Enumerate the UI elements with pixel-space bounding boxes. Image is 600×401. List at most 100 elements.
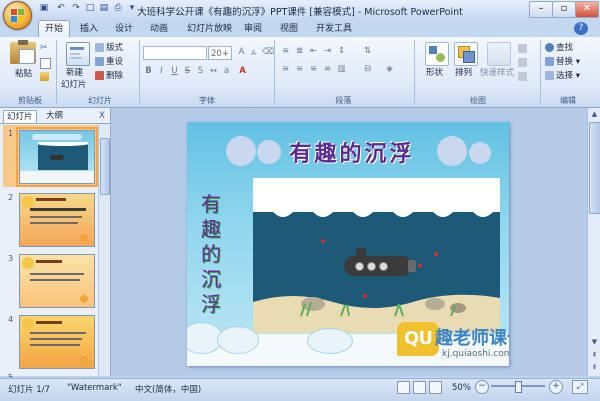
normal-view-icon[interactable] [397,381,410,394]
maximize-button[interactable]: ▫ [552,1,576,18]
language-status[interactable]: 中文(简体，中国) [135,383,201,395]
arrange-icon[interactable] [454,42,478,66]
tab-review[interactable]: 审阅 [244,21,262,37]
theme-name[interactable]: "Watermark" [67,383,122,393]
qat-dropdown-icon[interactable]: ▾ [126,2,138,14]
tab-animation[interactable]: 动画 [150,21,168,37]
arrange-button[interactable]: 排列 [455,67,472,79]
shape-outline-icon[interactable] [518,58,527,67]
vertical-scrollbar[interactable]: ▲ ▼ ⇞ ⇟ [587,108,600,376]
tab-developer[interactable]: 开发工具 [316,21,352,37]
close-window-button[interactable]: ✕ [575,1,599,18]
zoom-out-button[interactable]: − [475,380,489,394]
underline-icon[interactable]: U [169,66,180,77]
scroll-down-icon[interactable]: ▼ [589,338,600,348]
slide-thumbnail-2[interactable] [19,193,95,247]
italic-icon[interactable]: I [156,66,167,77]
shapes-button[interactable]: 形状 [426,67,443,79]
scroll-thumb[interactable] [589,122,600,214]
delete-button[interactable]: 删除 [95,70,123,82]
slide-title[interactable]: 有趣的沉浮 [257,136,447,168]
next-slide-icon[interactable]: ⇟ [589,363,600,373]
grow-font-icon[interactable]: A [236,47,247,58]
new-slide-icon[interactable] [66,42,90,66]
open-icon[interactable]: ▤ [98,2,110,14]
tab-slideshow[interactable]: 幻灯片放映 [187,21,232,37]
tab-home[interactable]: 开始 [38,20,71,38]
paste-button[interactable]: 粘贴 [15,68,32,80]
copy-icon[interactable] [40,58,51,69]
char-spacing-icon[interactable]: ↔ [208,66,219,77]
zoom-slider-handle[interactable] [515,381,522,393]
prev-slide-icon[interactable]: ⇞ [589,351,600,361]
format-painter-icon[interactable] [40,72,49,81]
new-slide-label-1[interactable]: 新建 [66,67,83,79]
strikethrough-icon[interactable]: S [182,66,193,77]
cut-icon[interactable]: ✂ [40,44,49,53]
font-color-icon[interactable]: A [237,66,248,77]
justify-icon[interactable]: ≡ [322,64,333,75]
numbering-icon[interactable]: ≣ [294,46,305,57]
print-icon[interactable]: ⎙ [112,2,124,14]
increase-indent-icon[interactable]: ⇥ [322,46,333,57]
paste-icon[interactable] [10,40,36,64]
quick-styles-button[interactable]: 快速样式 [480,67,514,79]
group-divider [414,40,415,104]
new-slide-label-2[interactable]: 幻灯片 [61,79,87,91]
tab-view[interactable]: 视图 [280,21,298,37]
columns-icon[interactable]: ▥ [336,64,347,75]
tab-insert[interactable]: 插入 [80,21,98,37]
layout-button[interactable]: 版式 [95,42,123,54]
bullets-icon[interactable]: ≡ [280,46,291,57]
font-name-field[interactable] [143,46,207,60]
quick-styles-icon[interactable] [487,42,511,66]
office-button[interactable] [3,1,32,30]
undo-icon[interactable]: ↶ [55,2,67,14]
panel-scroll-thumb[interactable] [100,138,110,195]
panel-scrollbar[interactable] [98,124,110,376]
fit-to-window-icon[interactable]: ⤢ [572,380,588,394]
scroll-up-icon[interactable]: ▲ [589,110,600,120]
tab-design[interactable]: 设计 [115,21,133,37]
shape-fill-icon[interactable] [518,44,527,53]
slideshow-view-icon[interactable] [429,381,442,394]
drawing-group-label: 绘图 [470,96,486,105]
select-button[interactable]: 选择 ▾ [545,70,580,82]
reset-button[interactable]: 重设 [95,56,123,68]
zoom-level[interactable]: 50% [452,383,471,393]
align-right-icon[interactable]: ≡ [308,64,319,75]
shape-effects-icon[interactable] [518,72,527,81]
align-center-icon[interactable]: ≡ [294,64,305,75]
panel-tab-slides[interactable]: 幻灯片 [3,110,37,123]
slide-thumbnail-1[interactable] [16,127,98,187]
panel-close-button[interactable]: X [96,110,108,122]
vertical-title[interactable]: 有 趣 的 沉 浮 [197,192,225,317]
bold-icon[interactable]: B [143,66,154,77]
panel-tab-outline[interactable]: 大纲 [43,110,66,122]
save-icon[interactable]: ▣ [38,2,50,14]
help-icon[interactable]: ? [574,22,588,35]
sea-picture[interactable] [253,178,500,333]
find-button[interactable]: 查找 [545,42,573,54]
font-size-field[interactable]: 20+ [208,46,232,60]
decrease-indent-icon[interactable]: ⇤ [308,46,319,57]
zoom-in-button[interactable]: + [549,380,563,394]
line-spacing-icon[interactable]: ↕ [336,46,347,57]
change-case-icon[interactable]: a [221,66,232,77]
shapes-icon[interactable] [425,42,449,66]
align-text-icon[interactable]: ⊟ [362,64,373,75]
new-doc-icon[interactable]: □ [84,2,96,14]
slide-thumbnail-4[interactable] [19,315,95,369]
redo-icon[interactable]: ↷ [70,2,82,14]
slide-sorter-icon[interactable] [413,381,426,394]
replace-button[interactable]: 替换 ▾ [545,56,580,68]
minimize-button[interactable]: – [529,1,553,18]
slide-thumbnail-3[interactable] [19,254,95,308]
slide-canvas[interactable]: 有趣的沉浮 有 趣 的 沉 浮 QU 趣老师课 kj.quiaoshi.com [187,122,509,366]
align-left-icon[interactable]: ≡ [280,64,291,75]
smartart-icon[interactable]: ◈ [384,64,395,75]
text-direction-icon[interactable]: ⇅ [362,46,373,57]
shrink-font-icon[interactable]: A [248,48,259,59]
shadow-icon[interactable]: S [195,66,206,77]
clear-format-icon[interactable]: ⌫ [262,47,274,58]
